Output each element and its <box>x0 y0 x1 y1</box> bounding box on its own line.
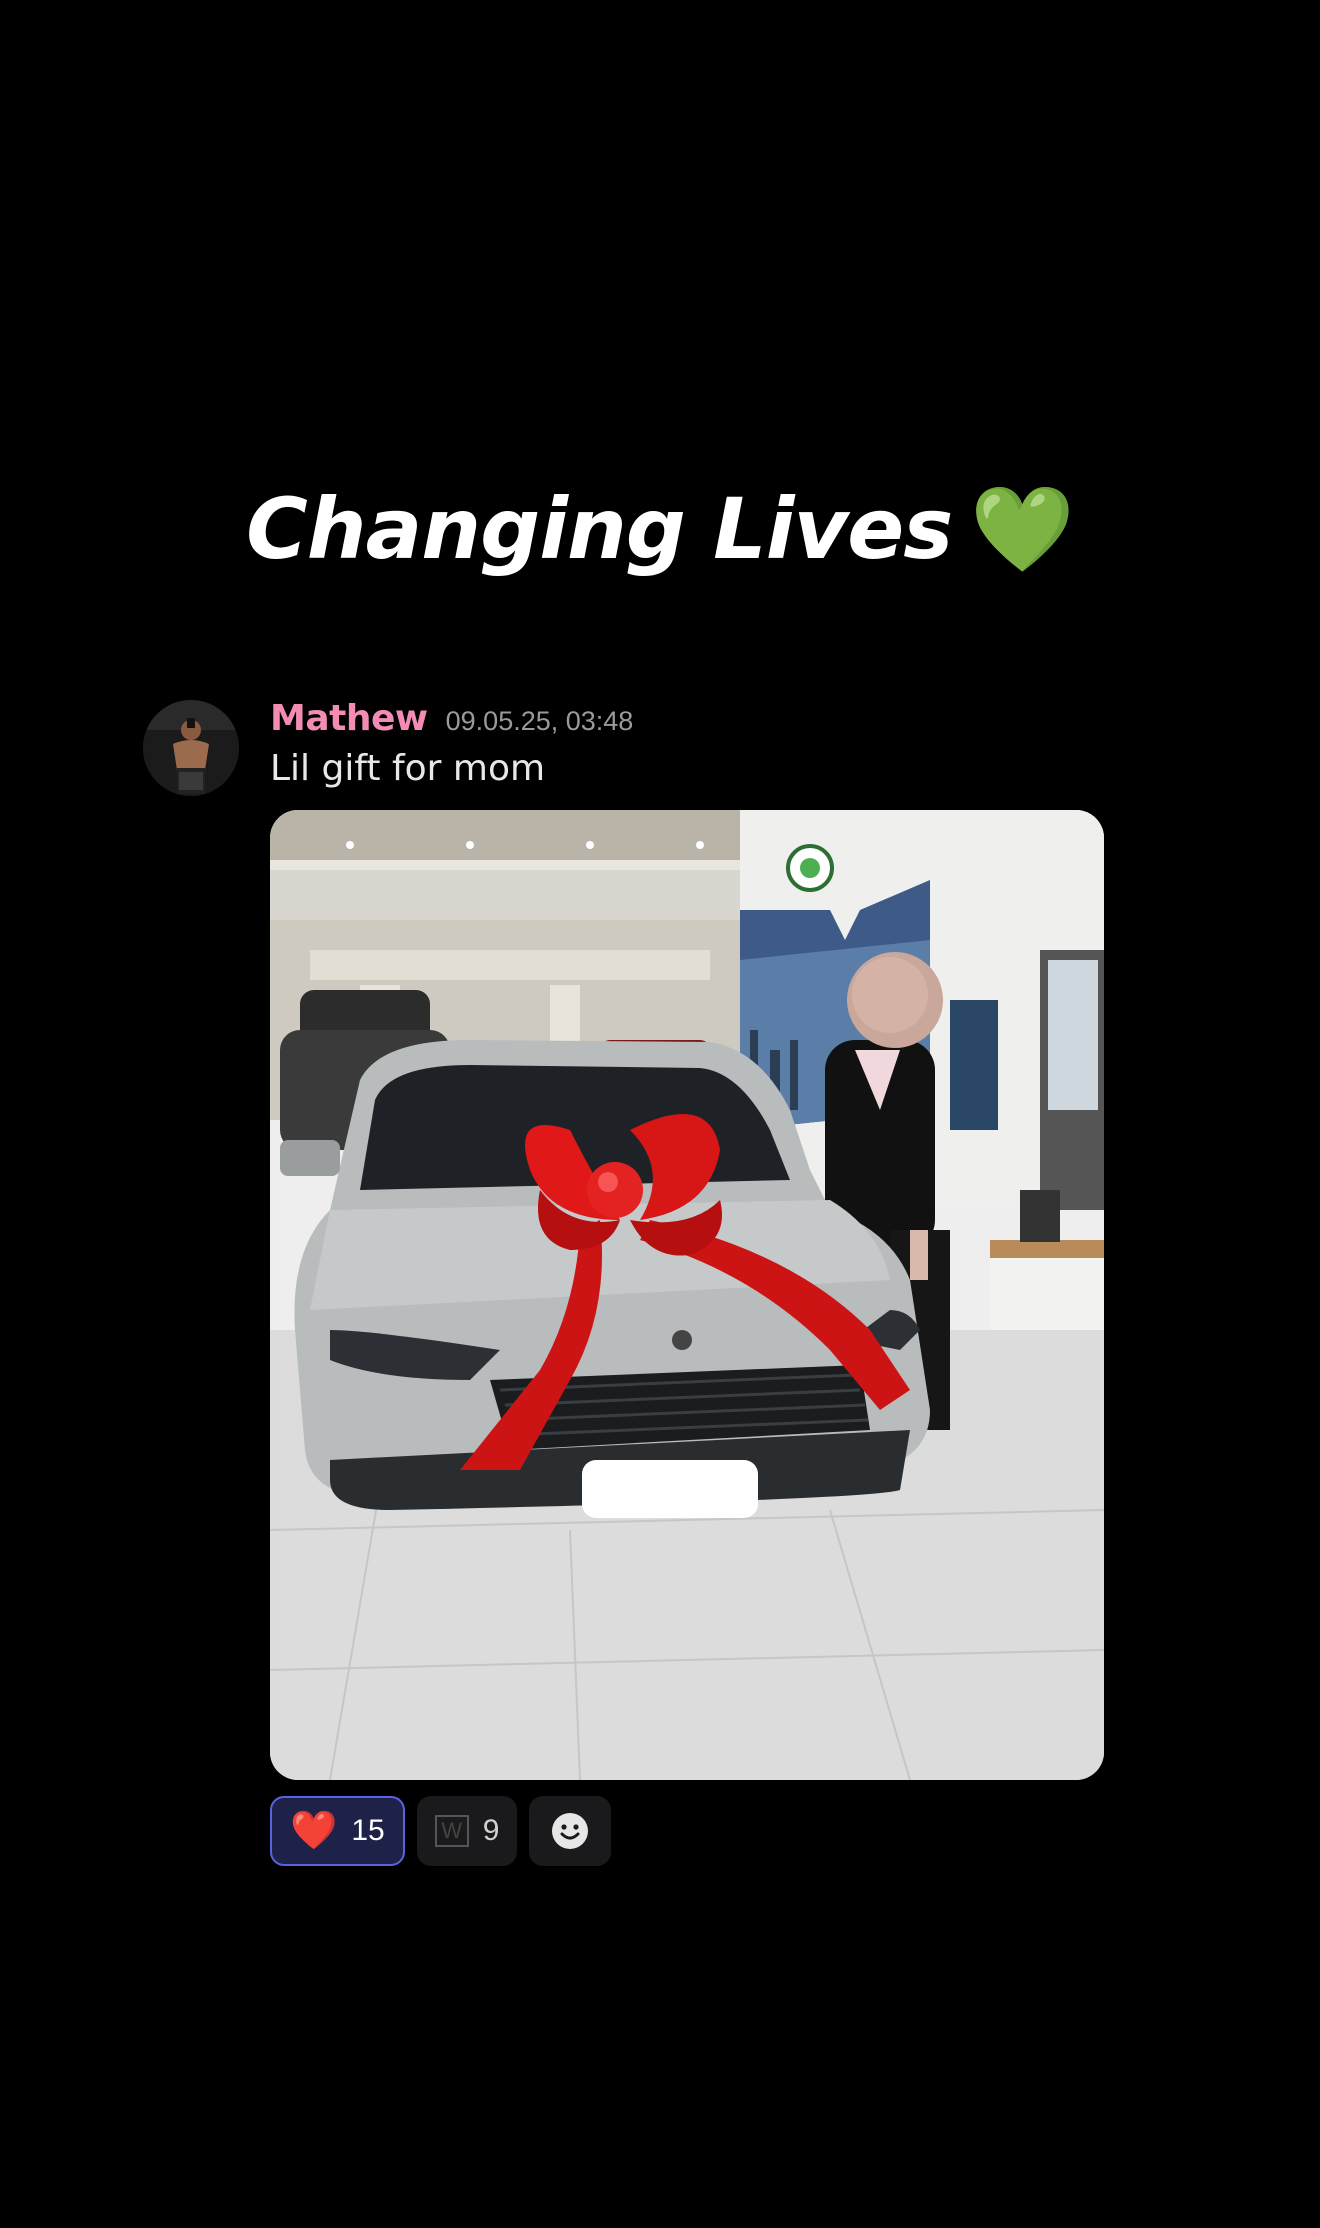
reaction-count: 15 <box>351 1814 385 1847</box>
reaction-w[interactable]: W 9 <box>416 1796 518 1866</box>
headline-text: Changing Lives <box>246 480 953 578</box>
message-header: Mathew 09.05.25, 03:48 <box>270 698 633 739</box>
reaction-bar: ❤️ 15 W 9 <box>270 1796 612 1866</box>
chat-message: Mathew 09.05.25, 03:48 Lil gift for mom <box>0 690 1320 1890</box>
message-image[interactable] <box>270 810 1104 1780</box>
message-timestamp: 09.05.25, 03:48 <box>445 706 634 736</box>
green-heart-icon: 💚 <box>970 480 1075 578</box>
add-reaction-button[interactable] <box>529 1796 612 1866</box>
avatar-photo <box>143 700 239 796</box>
username[interactable]: Mathew <box>270 698 428 739</box>
story-headline: Changing Lives 💚 <box>0 480 1320 579</box>
avatar[interactable] <box>143 700 239 796</box>
reaction-count: 9 <box>482 1814 500 1847</box>
reaction-heart[interactable]: ❤️ 15 <box>270 1796 405 1866</box>
smiley-icon <box>552 1813 589 1849</box>
red-heart-icon: ❤️ <box>290 1810 338 1852</box>
car-gift-photo <box>270 810 1104 1780</box>
message-text: Lil gift for mom <box>270 748 546 789</box>
w-box-icon: W <box>434 1815 469 1847</box>
